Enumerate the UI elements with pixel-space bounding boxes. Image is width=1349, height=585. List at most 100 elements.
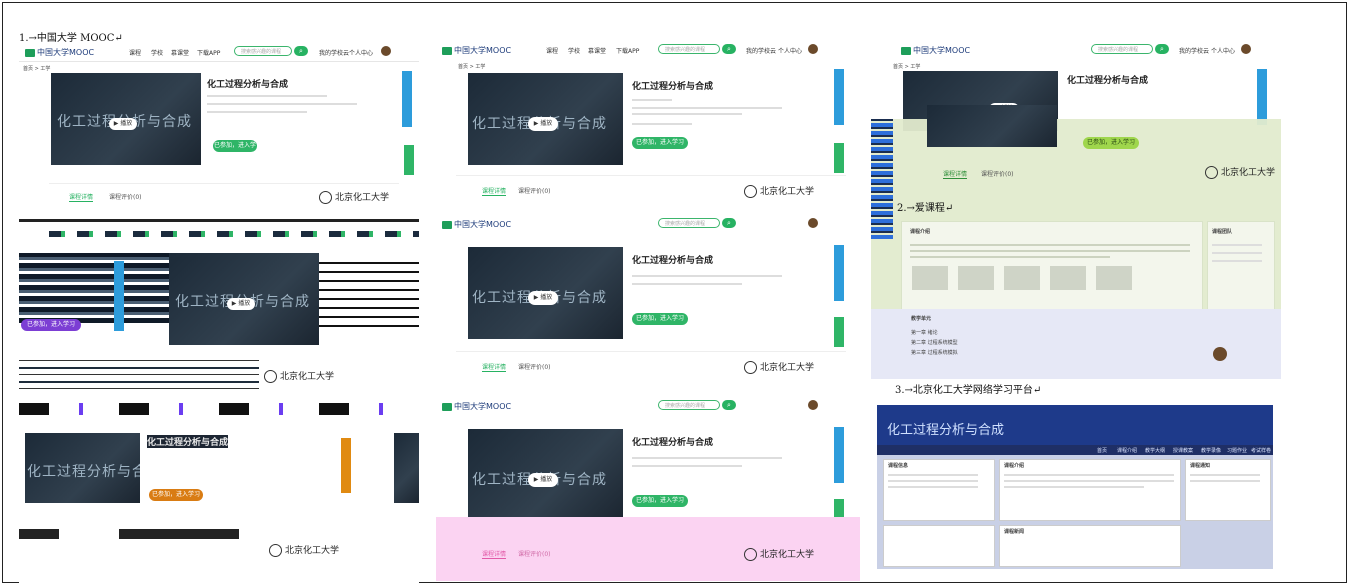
lesson-item[interactable]: 第三章 过程系统模拟 — [911, 349, 958, 356]
tab-course-reviews[interactable]: 课程评价(0) — [518, 186, 551, 195]
tab-course-detail[interactable]: 课程详情 — [943, 169, 968, 179]
team-line — [1212, 244, 1262, 246]
sidebar-blue-panel[interactable] — [834, 427, 844, 483]
sidebar-blue-panel[interactable] — [402, 71, 412, 127]
course-video-fragment[interactable]: 化工过程分析与合成 — [25, 433, 140, 503]
thumbnail[interactable] — [1004, 266, 1040, 290]
course-title: 化工过程分析与合成 — [632, 438, 714, 448]
nav-schools[interactable]: 学校 — [151, 48, 163, 57]
sidebar-green-panel[interactable] — [834, 143, 844, 173]
enroll-button[interactable]: 已参加，进入学习 — [1083, 137, 1139, 149]
tab-course-reviews[interactable]: 课程评价(0) — [518, 549, 551, 558]
buct-nav-videos[interactable]: 教学录像 — [1201, 447, 1221, 454]
buct-nav-plans[interactable]: 授课教案 — [1173, 447, 1193, 454]
nav-courses[interactable]: 课程 — [129, 48, 141, 57]
search-button[interactable]: ⌕ — [722, 44, 736, 54]
personal-center-link[interactable]: 个人中心 — [1211, 46, 1235, 55]
tab-course-detail[interactable]: 课程详情 — [482, 549, 507, 559]
tab-course-reviews[interactable]: 课程评价(0) — [981, 169, 1014, 178]
play-button[interactable]: ▶ 播放 — [528, 291, 558, 305]
avatar[interactable] — [808, 44, 818, 54]
thumbnail[interactable] — [958, 266, 994, 290]
nav-download-app[interactable]: 下载APP — [197, 48, 220, 57]
avatar[interactable] — [381, 46, 391, 56]
course-tabs: 课程详情 课程评价(0) 北京化工大学 — [456, 175, 846, 204]
search-input[interactable]: 搜索感兴趣的课程 — [658, 218, 720, 228]
course-intro-header: 课程介绍 — [910, 229, 931, 235]
nav-download-app[interactable]: 下载APP — [616, 46, 639, 55]
lesson-item[interactable]: 第二章 过程系统模型 — [911, 339, 958, 346]
sidebar-blue-panel[interactable] — [1257, 69, 1267, 125]
sidebar-green-panel[interactable] — [404, 145, 414, 175]
university-seal-icon — [1205, 166, 1218, 179]
text-line — [888, 480, 978, 482]
university-logo: 北京化工大学 — [1205, 165, 1275, 179]
mooc-logo[interactable]: 中国大学MOOC — [901, 45, 970, 56]
tab-course-reviews[interactable]: 课程评价(0) — [109, 192, 142, 201]
sidebar-blue-panel[interactable] — [114, 261, 124, 331]
glitch-stripe — [49, 231, 419, 237]
course-video-duplicate[interactable]: 化工过程分析与合成 ▶ 播放 — [169, 253, 319, 345]
avatar[interactable] — [808, 400, 818, 410]
buct-right-box: 课程通知 — [1185, 459, 1271, 521]
course-video[interactable]: 化工过程分析与合成 ▶ 播放 — [468, 73, 623, 165]
search-input[interactable]: 搜索感兴趣的课程 — [234, 46, 292, 56]
tab-course-detail[interactable]: 课程详情 — [69, 192, 94, 202]
sidebar-blue-panel[interactable] — [834, 245, 844, 301]
enroll-button-glitched[interactable]: 已参加，进入学习 — [149, 489, 203, 501]
play-button[interactable]: ▶ 播放 — [109, 118, 137, 130]
sidebar-blue-panel[interactable] — [834, 69, 844, 125]
search-button[interactable]: ⌕ — [294, 46, 308, 56]
buct-nav-intro[interactable]: 课程介绍 — [1117, 447, 1137, 454]
tab-course-detail[interactable]: 课程详情 — [482, 186, 507, 196]
enroll-button[interactable]: 已参加，进入学习 — [632, 495, 688, 507]
play-button[interactable]: ▶ 播放 — [528, 473, 558, 487]
mooc-logo[interactable]: 中国大学MOOC — [442, 401, 511, 412]
sidebar-green-panel[interactable] — [834, 317, 844, 347]
tab-course-reviews[interactable]: 课程评价(0) — [518, 362, 551, 371]
nav-mooc-class[interactable]: 慕课堂 — [588, 46, 606, 55]
nav-mooc-class[interactable]: 慕课堂 — [171, 48, 189, 57]
play-button[interactable]: ▶ 播放 — [227, 298, 255, 310]
course-team-header: 课程团队 — [1212, 229, 1233, 235]
thumbnail[interactable] — [1096, 266, 1132, 290]
search-input[interactable]: 搜索感兴趣的课程 — [1091, 44, 1153, 54]
search-input[interactable]: 搜索感兴趣的课程 — [658, 44, 720, 54]
buct-nav-home[interactable]: 首页 — [1097, 447, 1107, 454]
nav-schools[interactable]: 学校 — [568, 46, 580, 55]
play-button[interactable]: ▶ 播放 — [528, 117, 558, 131]
sidebar-orange-panel[interactable] — [341, 438, 351, 493]
search-button[interactable]: ⌕ — [722, 400, 736, 410]
avatar[interactable] — [808, 218, 818, 228]
search-input[interactable]: 搜索感兴趣的课程 — [658, 400, 720, 410]
enroll-button[interactable]: 已参加，进入学习 — [632, 137, 688, 149]
mooc-logo[interactable]: 中国大学MOOC — [442, 219, 511, 230]
avatar[interactable] — [1241, 44, 1251, 54]
course-video[interactable]: 化工过程分析与合成 ▶ 播放 — [468, 429, 623, 521]
thumbnail[interactable] — [1050, 266, 1086, 290]
personal-center-link[interactable]: 个人中心 — [349, 48, 373, 57]
nav-courses[interactable]: 课程 — [546, 46, 558, 55]
search-button[interactable]: ⌕ — [722, 218, 736, 228]
enroll-button[interactable]: 已参加，进入学习 — [632, 313, 688, 325]
course-video[interactable]: 化工过程分析与合成 ▶ 播放 — [468, 247, 623, 339]
course-video[interactable]: 化工过程分析与合成 ▶ 播放 — [51, 73, 201, 165]
my-school-link[interactable]: 我的学校云 — [1179, 46, 1209, 55]
mooc-logo-text: 中国大学MOOC — [454, 402, 512, 411]
buct-nav-exercises[interactable]: 习题作业 — [1227, 447, 1247, 454]
my-school-link[interactable]: 我的学校云 — [319, 48, 349, 57]
buct-nav-exams[interactable]: 考试样卷 — [1251, 447, 1271, 454]
my-school-link[interactable]: 我的学校云 — [746, 46, 776, 55]
mooc-logo[interactable]: 中国大学MOOC — [25, 47, 94, 58]
tab-course-detail[interactable]: 课程详情 — [482, 362, 507, 372]
thumbnail[interactable] — [912, 266, 948, 290]
enroll-button[interactable]: 已参加，进入学习 — [213, 140, 257, 161]
enroll-button-glitched[interactable]: 已参加，进入学习 — [21, 319, 81, 331]
glitch-block — [19, 253, 169, 323]
lesson-item[interactable]: 第一章 绪论 — [911, 329, 938, 336]
search-button[interactable]: ⌕ — [1155, 44, 1169, 54]
mooc-logo[interactable]: 中国大学MOOC — [442, 45, 511, 56]
teacher-avatar[interactable] — [1213, 347, 1227, 361]
buct-nav-syllabus[interactable]: 教学大纲 — [1145, 447, 1165, 454]
personal-center-link[interactable]: 个人中心 — [778, 46, 802, 55]
